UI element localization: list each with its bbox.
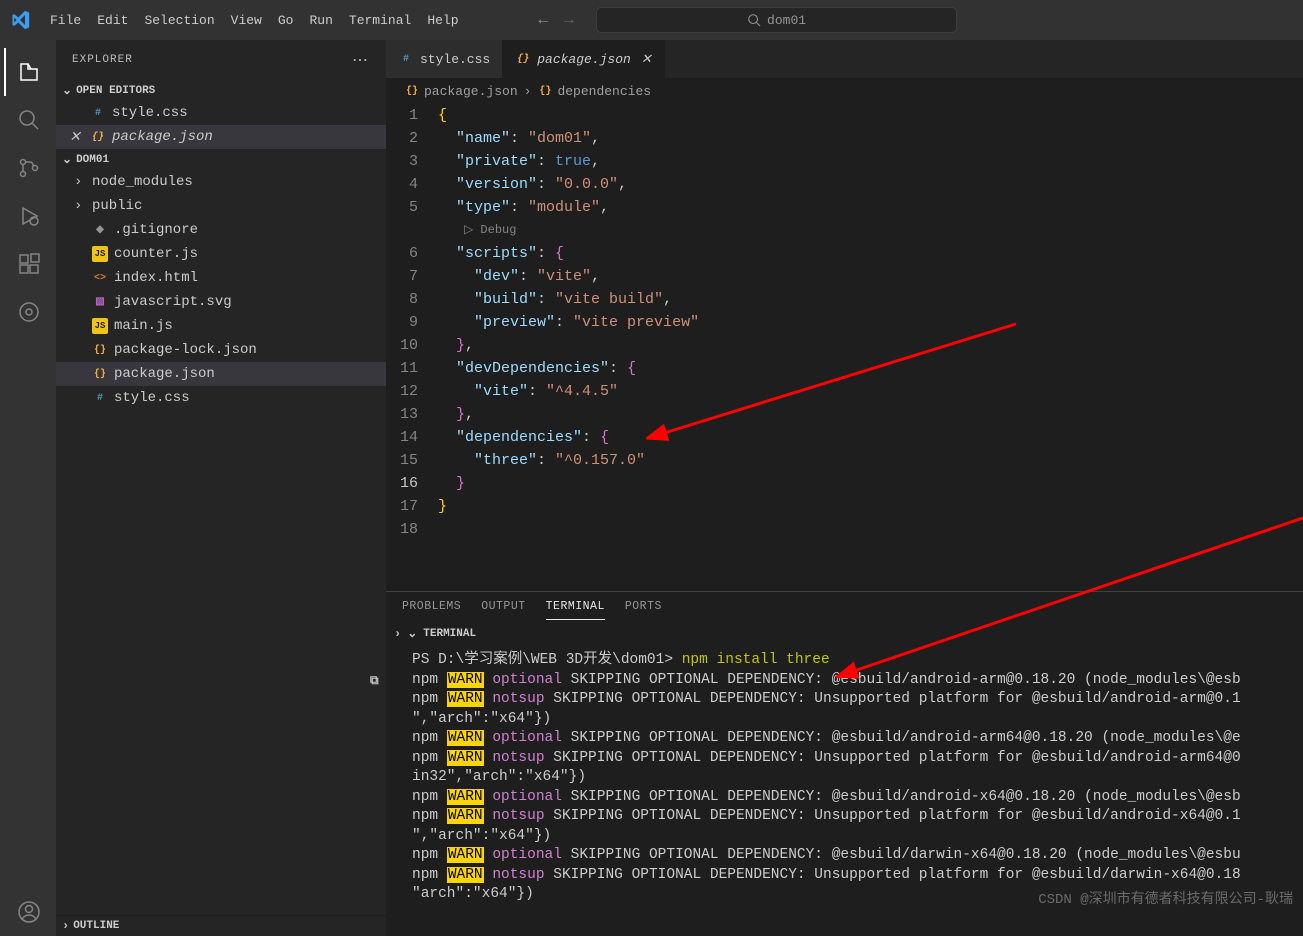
json-icon: {} (90, 129, 106, 145)
run-debug-icon[interactable] (4, 192, 52, 240)
chevron-down-icon: ⌄ (62, 83, 72, 98)
json-icon: {} (404, 83, 420, 99)
file-label: style.css (112, 105, 188, 121)
file-item[interactable]: {} package.json (56, 362, 386, 386)
tab-label: package.json (537, 52, 631, 67)
accounts-icon[interactable] (4, 888, 52, 936)
menu-run[interactable]: Run (301, 9, 340, 32)
menu-view[interactable]: View (223, 9, 270, 32)
css-icon: # (90, 105, 106, 121)
css-icon: # (398, 51, 414, 67)
json-icon: {} (92, 366, 108, 382)
panel-tab-terminal[interactable]: TERMINAL (546, 600, 605, 620)
file-label: counter.js (114, 246, 198, 262)
file-label: .gitignore (114, 222, 198, 238)
search-icon (747, 13, 761, 27)
open-editor-item[interactable]: ✕ {} package.json (56, 125, 386, 149)
tab-label: style.css (420, 52, 490, 67)
folder-item[interactable]: › node_modules (56, 170, 386, 194)
title-bar: FileEditSelectionViewGoRunTerminalHelp ←… (0, 0, 1303, 40)
editor-tabs: # style.css {} package.json ✕ (386, 40, 1303, 78)
file-item[interactable]: JS main.js (56, 314, 386, 338)
file-label: package.json (112, 129, 213, 145)
json-icon: {} (515, 51, 531, 67)
file-item[interactable]: JS counter.js (56, 242, 386, 266)
chevron-right-icon: › (394, 627, 401, 641)
file-item[interactable]: ▧ javascript.svg (56, 290, 386, 314)
maximize-panel-icon[interactable]: ⧉ (370, 674, 379, 688)
search-activity-icon[interactable] (4, 96, 52, 144)
nav-forward-icon[interactable]: → (564, 11, 574, 29)
file-label: style.css (114, 390, 190, 406)
file-item[interactable]: # style.css (56, 386, 386, 410)
terminal-output[interactable]: PS D:\学习案例\WEB 3D开发\dom01> npm install t… (386, 647, 1303, 936)
panel-tab-problems[interactable]: PROBLEMS (402, 600, 461, 620)
vscode-logo (8, 8, 32, 32)
js-icon: JS (92, 318, 108, 334)
command-center[interactable]: dom01 (596, 7, 958, 33)
outline-header[interactable]: › OUTLINE (56, 916, 386, 936)
menu-edit[interactable]: Edit (89, 9, 136, 32)
panel-tab-output[interactable]: OUTPUT (481, 600, 525, 620)
remote-icon[interactable] (4, 288, 52, 336)
source-control-icon[interactable] (4, 144, 52, 192)
file-item[interactable]: {} package-lock.json (56, 338, 386, 362)
nav-arrows: ← → (539, 11, 574, 29)
file-item[interactable]: <> index.html (56, 266, 386, 290)
explorer-icon[interactable] (4, 48, 52, 96)
file-label: javascript.svg (114, 294, 232, 310)
extensions-icon[interactable] (4, 240, 52, 288)
file-label: main.js (114, 318, 173, 334)
menu-selection[interactable]: Selection (136, 9, 222, 32)
explorer-more-icon[interactable]: ⋯ (352, 50, 370, 70)
activity-bar (0, 40, 56, 936)
js-icon: JS (92, 246, 108, 262)
file-label: index.html (114, 270, 198, 286)
chevron-right-icon: › (74, 198, 86, 214)
open-editor-item[interactable]: # style.css (56, 101, 386, 125)
json-icon: {} (92, 342, 108, 358)
open-editors-header[interactable]: ⌄ OPEN EDITORS (56, 80, 386, 101)
search-text: dom01 (767, 13, 806, 28)
menu-help[interactable]: Help (419, 9, 466, 32)
file-label: public (92, 198, 142, 214)
terminal-section-header[interactable]: ⧉ › ⌄ TERMINAL (386, 620, 1303, 647)
editor-area: # style.css {} package.json ✕ {} package.jso… (386, 40, 1303, 936)
css-icon: # (92, 390, 108, 406)
chevron-right-icon: › (74, 174, 86, 190)
folder-item[interactable]: › public (56, 194, 386, 218)
panel-tab-ports[interactable]: PORTS (625, 600, 662, 620)
panel-tabs: PROBLEMS OUTPUT TERMINAL PORTS (386, 592, 1303, 620)
file-label: package.json (114, 366, 215, 382)
close-icon[interactable]: ✕ (641, 52, 652, 67)
file-item[interactable]: ◆ .gitignore (56, 218, 386, 242)
bottom-panel: PROBLEMS OUTPUT TERMINAL PORTS ⧉ › ⌄ TERMIN… (386, 591, 1303, 936)
explorer-sidebar: EXPLORER ⋯ ⌄ OPEN EDITORS # style.css ✕ {} p… (56, 40, 386, 936)
chevron-down-icon: ⌄ (407, 626, 417, 641)
svg-icon: ▧ (92, 294, 108, 310)
breadcrumb[interactable]: {} package.json › {} dependencies (386, 78, 1303, 104)
html-icon: <> (92, 270, 108, 286)
explorer-title: EXPLORER (72, 54, 133, 66)
project-header[interactable]: ⌄ DOM01 (56, 149, 386, 170)
close-icon[interactable]: ✕ (66, 129, 84, 146)
nav-back-icon[interactable]: ← (539, 11, 549, 29)
editor-tab[interactable]: # style.css (386, 40, 503, 78)
editor-body[interactable]: 12345 6789101112131415161718 { "name": "… (386, 104, 1303, 591)
menu-terminal[interactable]: Terminal (341, 9, 419, 32)
file-label: package-lock.json (114, 342, 257, 358)
chevron-right-icon: › (62, 919, 69, 933)
editor-tab[interactable]: {} package.json ✕ (503, 40, 665, 78)
json-icon: {} (537, 83, 553, 99)
file-label: node_modules (92, 174, 193, 190)
gitignore-icon: ◆ (92, 222, 108, 238)
chevron-down-icon: ⌄ (62, 152, 72, 167)
menu-go[interactable]: Go (270, 9, 302, 32)
menu-file[interactable]: File (42, 9, 89, 32)
debug-codelens[interactable]: ▷ Debug (438, 219, 1303, 242)
